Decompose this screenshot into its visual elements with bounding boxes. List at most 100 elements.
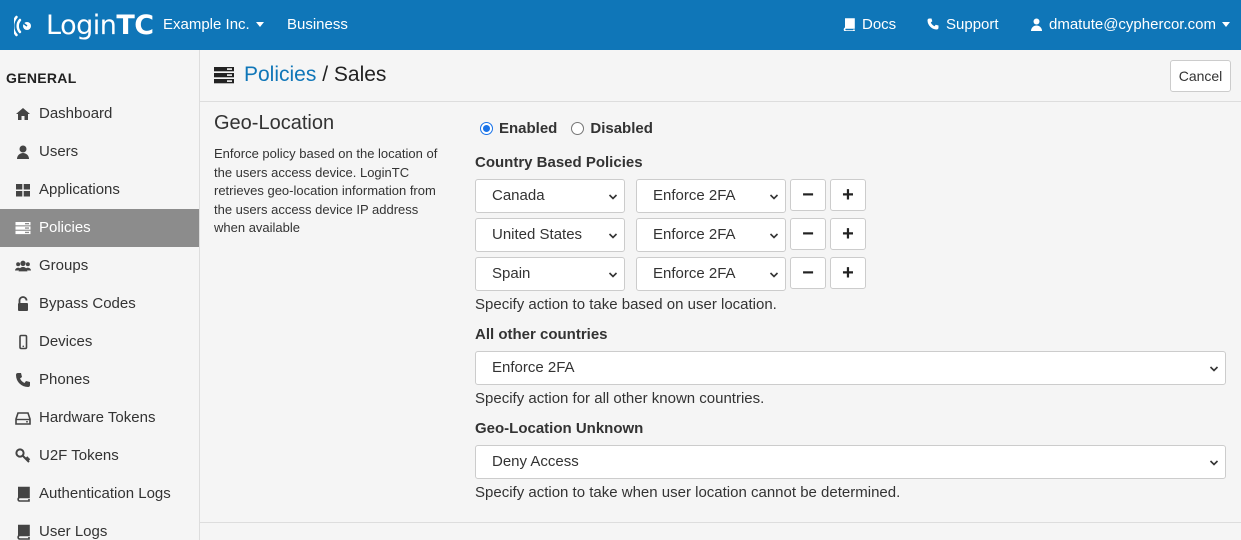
sidebar: GENERAL Dashboard Users Applications Pol… xyxy=(0,50,200,540)
page-title: Policies / Sales xyxy=(244,63,386,87)
sidebar-item-label: Policies xyxy=(39,219,91,236)
sidebar-item-label: Groups xyxy=(39,257,89,274)
sidebar-item-users[interactable]: Users xyxy=(0,133,199,171)
breadcrumb-policies-link[interactable]: Policies xyxy=(244,63,316,86)
page-header: Policies / Sales Cancel xyxy=(200,50,1241,102)
chevron-down-icon xyxy=(769,233,779,239)
book-icon xyxy=(843,17,855,31)
remove-row-button[interactable]: − xyxy=(790,218,826,250)
sidebar-item-label: Phones xyxy=(39,371,90,388)
sidebar-item-authentication-logs[interactable]: Authentication Logs xyxy=(0,475,199,513)
sidebar-item-policies[interactable]: Policies xyxy=(0,209,199,247)
chevron-down-icon xyxy=(1221,21,1230,27)
logintc-logo[interactable]: LoginTC xyxy=(14,8,154,42)
sidebar-item-devices[interactable]: Devices xyxy=(0,323,199,361)
support-label: Support xyxy=(946,16,999,33)
country-select-value: United States xyxy=(492,226,583,243)
sidebar-item-hardware-tokens[interactable]: Hardware Tokens xyxy=(0,399,199,437)
country-select[interactable]: Spain xyxy=(475,257,625,291)
users-icon xyxy=(15,260,31,272)
org-dropdown[interactable]: Example Inc. xyxy=(163,0,264,50)
plus-icon: + xyxy=(842,262,854,284)
country-select[interactable]: United States xyxy=(475,218,625,252)
country-select-value: Spain xyxy=(492,265,531,282)
sidebar-item-u2f-tokens[interactable]: U2F Tokens xyxy=(0,437,199,475)
enabled-radio-label[interactable]: Enabled xyxy=(499,120,557,137)
user-icon xyxy=(1031,18,1042,31)
breadcrumb-current: Sales xyxy=(333,63,387,86)
user-menu-dropdown[interactable]: dmatute@cyphercor.com xyxy=(1031,0,1230,50)
sidebar-item-label: U2F Tokens xyxy=(39,447,119,464)
other-countries-value: Enforce 2FA xyxy=(492,359,575,376)
chevron-down-icon xyxy=(1209,460,1219,466)
action-select-value: Enforce 2FA xyxy=(653,226,736,243)
minus-icon: − xyxy=(802,223,814,245)
support-link[interactable]: Support xyxy=(927,0,999,50)
chevron-down-icon xyxy=(608,272,618,278)
server-icon xyxy=(214,67,234,84)
add-row-button[interactable]: + xyxy=(830,257,866,289)
sidebar-item-phones[interactable]: Phones xyxy=(0,361,199,399)
hdd-icon xyxy=(15,412,31,425)
disabled-radio-label[interactable]: Disabled xyxy=(590,120,653,137)
user-icon xyxy=(17,145,29,159)
docs-label: Docs xyxy=(862,16,897,33)
other-countries-select[interactable]: Enforce 2FA xyxy=(475,351,1226,385)
book-icon xyxy=(17,524,30,540)
sidebar-item-dashboard[interactable]: Dashboard xyxy=(0,95,199,133)
plus-icon: + xyxy=(842,184,854,206)
remove-row-button[interactable]: − xyxy=(790,257,826,289)
plan-label: Business xyxy=(287,16,348,33)
action-select[interactable]: Enforce 2FA xyxy=(636,257,786,291)
sidebar-item-user-logs[interactable]: User Logs xyxy=(0,513,199,540)
chevron-down-icon xyxy=(769,272,779,278)
country-select-value: Canada xyxy=(492,187,545,204)
grid-icon xyxy=(16,184,30,197)
unknown-location-label: Geo-Location Unknown xyxy=(475,420,644,437)
action-select[interactable]: Enforce 2FA xyxy=(636,179,786,213)
minus-icon: − xyxy=(802,184,814,206)
remove-row-button[interactable]: − xyxy=(790,179,826,211)
sidebar-item-label: Authentication Logs xyxy=(39,485,171,502)
sidebar-heading: GENERAL xyxy=(6,70,77,86)
logo-text: LoginTC xyxy=(46,9,154,41)
org-label: Example Inc. xyxy=(163,16,250,33)
sidebar-item-label: Devices xyxy=(39,333,93,350)
cancel-button[interactable]: Cancel xyxy=(1170,60,1231,92)
sidebar-item-label: Applications xyxy=(39,181,120,198)
chevron-down-icon xyxy=(608,233,618,239)
unknown-location-value: Deny Access xyxy=(492,453,579,470)
section-description: Enforce policy based on the location of … xyxy=(214,146,438,235)
sidebar-item-label: Users xyxy=(39,143,79,160)
key-icon xyxy=(15,448,31,463)
unknown-location-select[interactable]: Deny Access xyxy=(475,445,1226,479)
top-navbar: LoginTC Example Inc. Business Docs Suppo… xyxy=(0,0,1241,50)
mobile-icon xyxy=(19,334,28,350)
action-select-value: Enforce 2FA xyxy=(653,187,736,204)
user-email: dmatute@cyphercor.com xyxy=(1049,16,1216,33)
chevron-down-icon xyxy=(255,21,264,27)
sidebar-item-bypass-codes[interactable]: Bypass Codes xyxy=(0,285,199,323)
country-help-text: Specify action to take based on user loc… xyxy=(475,296,777,313)
enabled-radio[interactable] xyxy=(480,121,493,135)
chevron-down-icon xyxy=(608,194,618,200)
other-countries-label: All other countries xyxy=(475,326,608,343)
action-select[interactable]: Enforce 2FA xyxy=(636,218,786,252)
sidebar-item-applications[interactable]: Applications xyxy=(0,171,199,209)
chevron-down-icon xyxy=(1209,366,1219,372)
geo-location-toggle: Enabled Disabled xyxy=(480,119,667,137)
minus-icon: − xyxy=(802,262,814,284)
action-select-value: Enforce 2FA xyxy=(653,265,736,282)
docs-link[interactable]: Docs xyxy=(843,0,896,50)
plus-icon: + xyxy=(842,223,854,245)
add-row-button[interactable]: + xyxy=(830,179,866,211)
country-select[interactable]: Canada xyxy=(475,179,625,213)
disabled-radio[interactable] xyxy=(571,121,585,135)
country-policies-label: Country Based Policies xyxy=(475,154,643,171)
sidebar-item-label: Hardware Tokens xyxy=(39,409,156,426)
add-row-button[interactable]: + xyxy=(830,218,866,250)
phone-icon xyxy=(927,18,939,30)
plan-link[interactable]: Business xyxy=(287,0,348,50)
phone-icon xyxy=(16,373,30,387)
sidebar-item-groups[interactable]: Groups xyxy=(0,247,199,285)
